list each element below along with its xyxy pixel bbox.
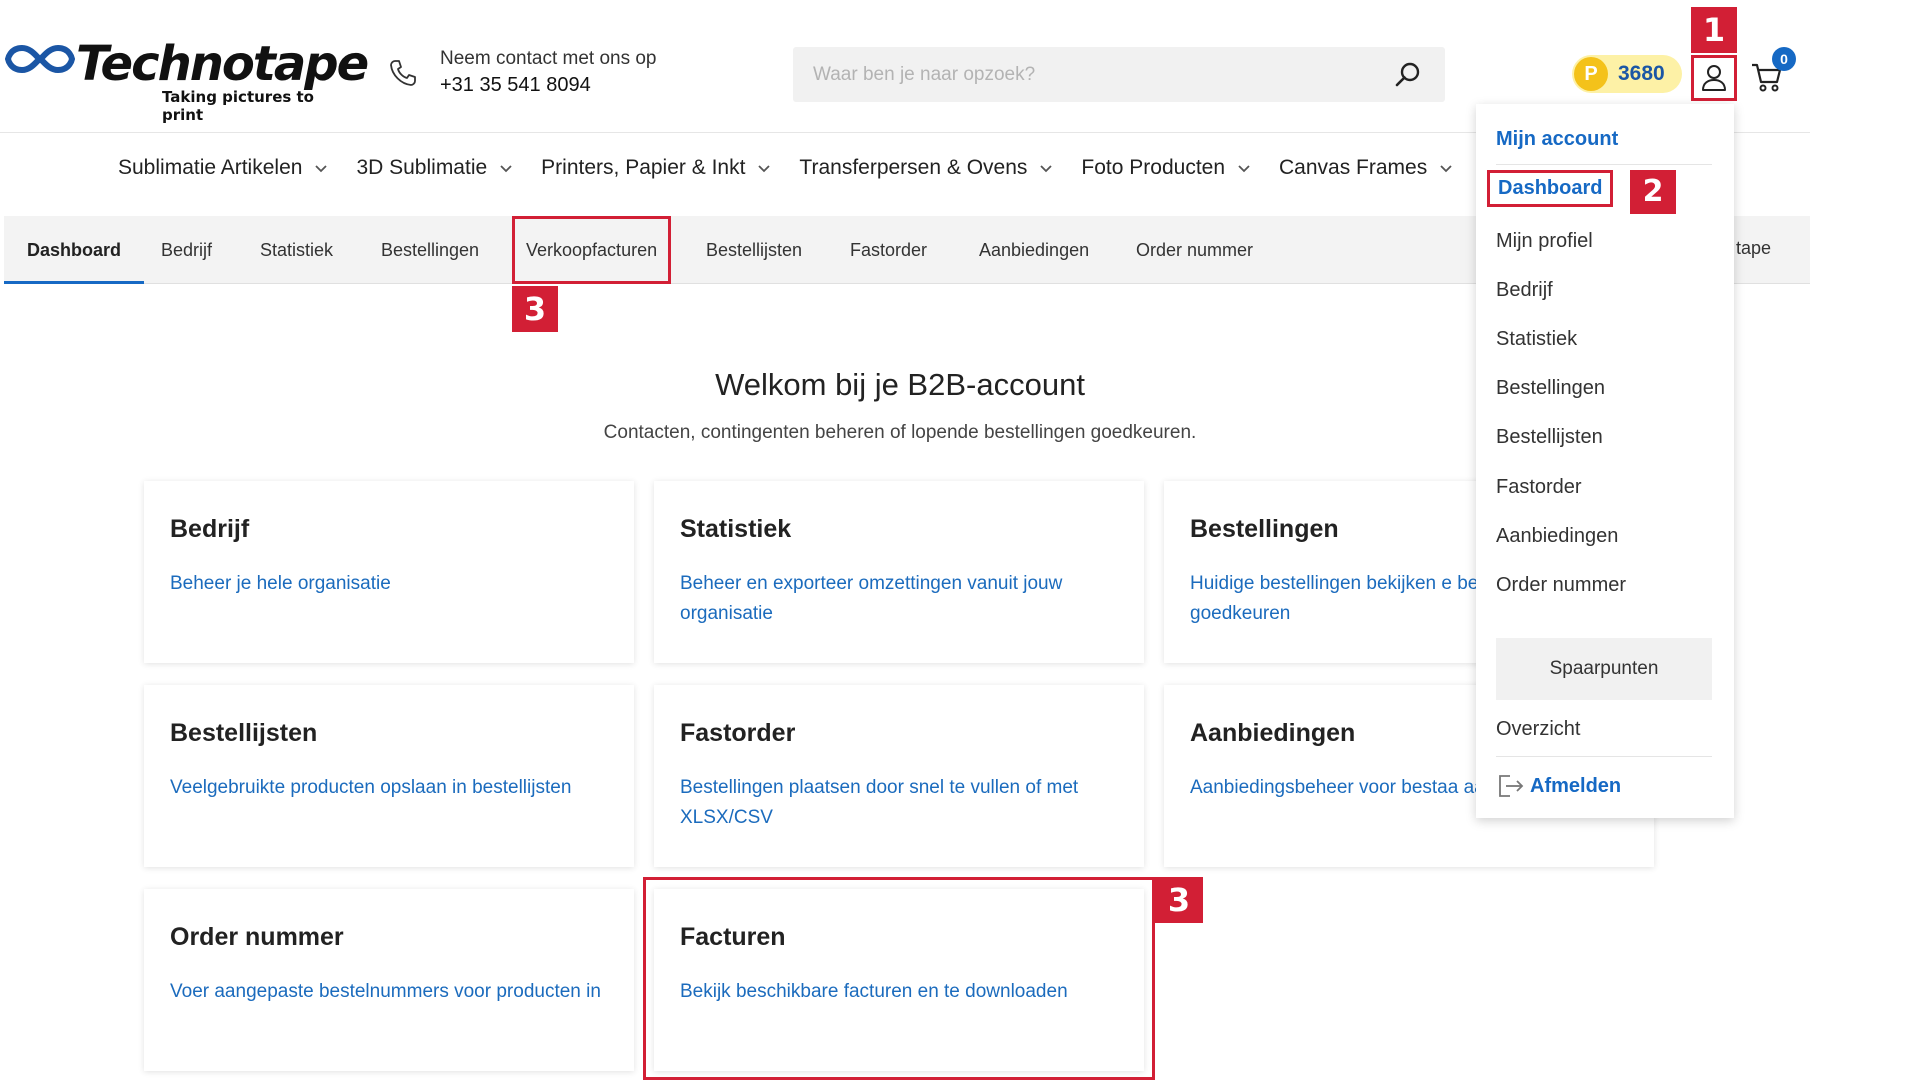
points-value: 3680 bbox=[1618, 62, 1665, 85]
chevron-down-icon bbox=[1040, 165, 1053, 173]
technotape-logo[interactable]: Technotape Taking pictures to print bbox=[4, 36, 369, 124]
chevron-down-icon bbox=[758, 165, 771, 173]
phone-icon bbox=[390, 60, 416, 86]
card-fastorder[interactable]: Fastorder Bestellingen plaatsen door sne… bbox=[654, 685, 1144, 867]
dropdown-item-order-nummer[interactable]: Order nummer bbox=[1496, 574, 1626, 597]
dropdown-item-aanbiedingen[interactable]: Aanbiedingen bbox=[1496, 525, 1618, 548]
tab-bedrijf[interactable]: Bedrijf bbox=[161, 216, 212, 284]
tab-dashboard[interactable]: Dashboard bbox=[4, 216, 145, 284]
tab-statistiek[interactable]: Statistiek bbox=[260, 216, 333, 284]
dropdown-item-bestellingen[interactable]: Bestellingen bbox=[1496, 377, 1605, 400]
loyalty-points-badge[interactable]: P 3680 bbox=[1572, 55, 1682, 93]
dropdown-heading-mijn-account[interactable]: Mijn account bbox=[1496, 128, 1618, 151]
category-sublimatie-artikelen[interactable]: Sublimatie Artikelen bbox=[118, 148, 328, 188]
card-title: Aanbiedingen bbox=[1190, 719, 1356, 747]
search-icon[interactable] bbox=[1393, 60, 1423, 90]
points-coin-icon: P bbox=[1574, 57, 1608, 91]
category-label: Transferpersen & Ovens bbox=[799, 156, 1028, 179]
logout-icon bbox=[1499, 775, 1524, 797]
dropdown-item-bedrijf[interactable]: Bedrijf bbox=[1496, 279, 1553, 302]
category-printers-papier-inkt[interactable]: Printers, Papier & Inkt bbox=[541, 148, 771, 188]
tab-fastorder[interactable]: Fastorder bbox=[850, 216, 927, 284]
annotation-marker-3-card: 3 bbox=[1155, 877, 1203, 923]
card-title: Statistiek bbox=[680, 515, 792, 543]
card-title: Bestellijsten bbox=[170, 719, 318, 747]
dropdown-item-statistiek[interactable]: Statistiek bbox=[1496, 328, 1577, 351]
chevron-down-icon bbox=[1238, 165, 1250, 173]
card-title: Bedrijf bbox=[170, 515, 250, 543]
spaarpunten-section-header: Spaarpunten bbox=[1496, 638, 1712, 700]
tab-verkoopfacturen[interactable]: Verkoopfacturen bbox=[512, 216, 672, 284]
logo-wordmark: Technotape bbox=[76, 36, 369, 92]
category-label: Canvas Frames bbox=[1279, 156, 1428, 179]
divider bbox=[1496, 164, 1712, 165]
dropdown-item-dashboard[interactable]: Dashboard bbox=[1487, 170, 1614, 207]
annotation-marker-3-tab: 3 bbox=[512, 286, 558, 332]
dropdown-item-mijn-profiel[interactable]: Mijn profiel bbox=[1496, 230, 1593, 253]
user-icon bbox=[1702, 65, 1726, 91]
card-statistiek[interactable]: Statistiek Beheer en exporteer omzetting… bbox=[654, 481, 1144, 663]
account-dropdown-menu: Mijn account Dashboard Mijn profiel Bedr… bbox=[1476, 104, 1734, 818]
category-label: Sublimatie Artikelen bbox=[118, 156, 303, 179]
cart-count-badge: 0 bbox=[1772, 47, 1796, 71]
contact-block[interactable]: Neem contact met ons op +31 35 541 8094 bbox=[388, 46, 708, 100]
tab-aanbiedingen[interactable]: Aanbiedingen bbox=[979, 216, 1089, 284]
category-label: Foto Producten bbox=[1081, 156, 1226, 179]
annotation-marker-1: 1 bbox=[1691, 7, 1737, 53]
card-link[interactable]: Voer aangepaste bestelnummers voor produ… bbox=[170, 977, 610, 1007]
chevron-down-icon bbox=[500, 165, 512, 173]
annotation-highlight-facturen bbox=[643, 877, 1155, 1080]
card-title: Fastorder bbox=[680, 719, 796, 747]
infinity-logo-icon bbox=[4, 44, 76, 74]
contact-label: Neem contact met ons op bbox=[440, 48, 657, 69]
category-transferpersen-ovens[interactable]: Transferpersen & Ovens bbox=[799, 148, 1053, 188]
card-title: Order nummer bbox=[170, 923, 344, 951]
contact-phone-number[interactable]: +31 35 541 8094 bbox=[440, 74, 591, 97]
annotation-marker-2: 2 bbox=[1630, 170, 1676, 214]
card-link[interactable]: Beheer je hele organisatie bbox=[170, 569, 610, 599]
card-order-nummer[interactable]: Order nummer Voer aangepaste bestelnumme… bbox=[144, 889, 634, 1071]
category-label: Printers, Papier & Inkt bbox=[541, 156, 746, 179]
search-bar bbox=[793, 47, 1445, 102]
divider bbox=[1496, 756, 1712, 757]
logo-tagline: Taking pictures to print bbox=[162, 88, 314, 124]
card-link[interactable]: Veelgebruikte producten opslaan in beste… bbox=[170, 773, 610, 803]
tab-order-nummer[interactable]: Order nummer bbox=[1136, 216, 1253, 284]
category-3d-sublimatie[interactable]: 3D Sublimatie bbox=[356, 148, 513, 188]
tab-overflow-text[interactable]: tape bbox=[1736, 238, 1771, 259]
dropdown-item-overzicht[interactable]: Overzicht bbox=[1496, 718, 1580, 741]
tab-bestellingen[interactable]: Bestellingen bbox=[381, 216, 479, 284]
dropdown-item-fastorder[interactable]: Fastorder bbox=[1496, 476, 1582, 499]
chevron-down-icon bbox=[315, 165, 328, 173]
card-title: Bestellingen bbox=[1190, 515, 1339, 543]
account-button[interactable] bbox=[1691, 55, 1737, 101]
category-canvas-frames[interactable]: Canvas Frames bbox=[1279, 148, 1453, 188]
card-link[interactable]: Bestellingen plaatsen door snel te vulle… bbox=[680, 773, 1120, 833]
tab-bestellijsten[interactable]: Bestellijsten bbox=[706, 216, 802, 284]
card-bestellijsten[interactable]: Bestellijsten Veelgebruikte producten op… bbox=[144, 685, 634, 867]
dropdown-item-bestellijsten[interactable]: Bestellijsten bbox=[1496, 426, 1603, 449]
search-input[interactable] bbox=[813, 59, 1373, 91]
category-foto-producten[interactable]: Foto Producten bbox=[1081, 148, 1251, 188]
category-nav: Sublimatie Artikelen 3D Sublimatie Print… bbox=[118, 148, 1481, 188]
card-bedrijf[interactable]: Bedrijf Beheer je hele organisatie bbox=[144, 481, 634, 663]
card-link[interactable]: Beheer en exporteer omzettingen vanuit j… bbox=[680, 569, 1120, 629]
logout-link[interactable]: Afmelden bbox=[1496, 772, 1621, 800]
category-label: 3D Sublimatie bbox=[356, 156, 488, 179]
chevron-down-icon bbox=[1440, 165, 1452, 173]
logout-label: Afmelden bbox=[1530, 774, 1622, 797]
cart-button[interactable]: 0 bbox=[1750, 47, 1798, 99]
